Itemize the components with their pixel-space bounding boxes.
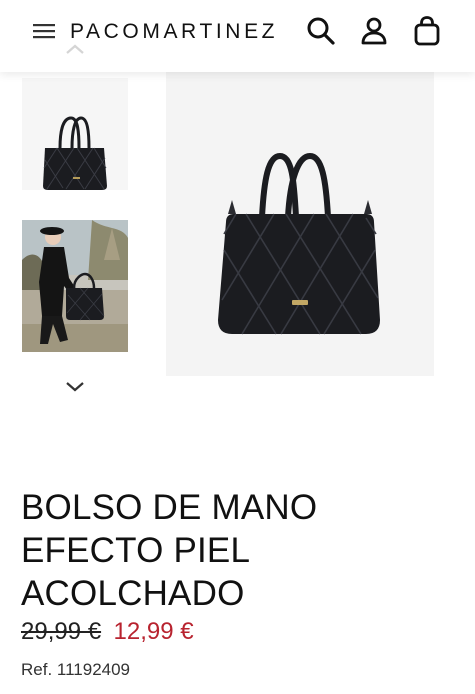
- main-product-image[interactable]: [166, 72, 434, 376]
- product-title: BOLSO DE MANO EFECTO PIEL ACOLCHADO: [21, 486, 461, 615]
- bag-product-thumbnail[interactable]: [22, 78, 128, 210]
- old-price: 29,99 €: [21, 618, 102, 645]
- model-with-bag-thumbnail[interactable]: [22, 220, 128, 352]
- shopping-bag-icon[interactable]: [412, 15, 442, 47]
- product-reference: Ref. 11192409: [21, 660, 131, 679]
- site-header: PACOMARTINEZ: [0, 0, 475, 72]
- sale-price: 12,99 €: [113, 618, 194, 645]
- user-icon[interactable]: [359, 15, 389, 47]
- title-line: ACOLCHADO: [21, 574, 245, 613]
- price-block: 29,99 € 12,99 €: [21, 618, 194, 652]
- title-line: BOLSO DE MANO: [21, 488, 318, 527]
- title-line: EFECTO PIEL: [21, 531, 251, 570]
- menu-icon[interactable]: [33, 21, 57, 41]
- search-icon[interactable]: [306, 15, 336, 47]
- chevron-down-icon[interactable]: [64, 380, 86, 394]
- brand-logo[interactable]: PACOMARTINEZ: [70, 17, 278, 47]
- chevron-up-icon[interactable]: [64, 42, 86, 56]
